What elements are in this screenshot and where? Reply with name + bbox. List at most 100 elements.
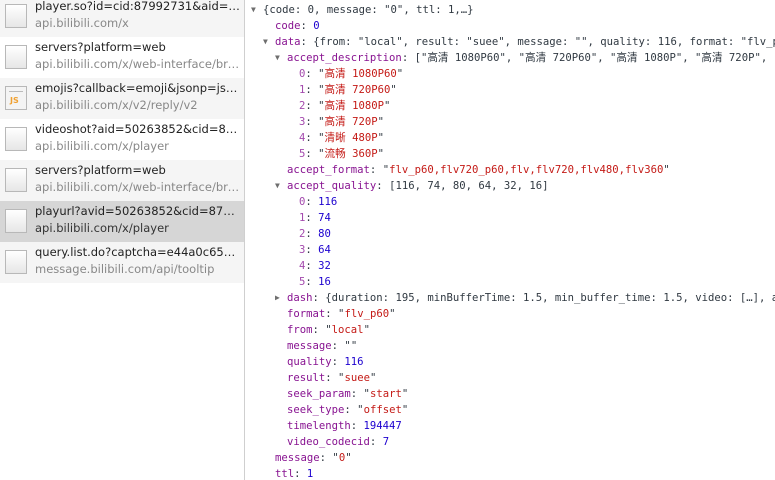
request-name: servers?platform=web: [35, 40, 166, 54]
colon: :: [305, 68, 319, 80]
json-line: 0: "高清 1080P60": [299, 66, 403, 82]
expand-triangle-right-icon[interactable]: ▶: [275, 290, 285, 306]
json-key: timelength: [287, 420, 351, 432]
json-line: 4: 32: [299, 258, 331, 274]
blank-file-icon: [5, 45, 27, 69]
json-string-value: 高清 720P: [324, 116, 378, 128]
colon: :: [312, 324, 326, 336]
colon: :: [300, 20, 314, 32]
request-host: api.bilibili.com/x/web-interface/broadca…: [35, 57, 241, 71]
colon: :: [305, 260, 319, 272]
request-name: playurl?avid=50263852&cid=87992731: [35, 204, 241, 218]
request-row[interactable]: videoshot?aid=50263852&cid=87992731 api.b…: [0, 119, 244, 160]
json-key: result: [287, 372, 326, 384]
request-row[interactable]: servers?platform=web api.bilibili.com/x/w…: [0, 160, 244, 201]
json-line[interactable]: ▼ {code: 0, message: "0", ttl: 1,…}: [251, 2, 474, 18]
request-list: player.so?id=cid:87992731&aid=50263852 ap…: [0, 0, 245, 480]
request-name: emojis?callback=emoji&jsonp=jsonp: [35, 81, 241, 95]
quote: ": [390, 84, 397, 96]
json-line[interactable]: ▼ accept_description: ["高清 1080P60", "高清 …: [275, 50, 775, 66]
json-key: video_codecid: [287, 436, 370, 448]
json-string-value: 高清 1080P: [324, 100, 385, 112]
json-line: format: "flv_p60": [287, 306, 395, 322]
json-line[interactable]: ▼ data: {from: "local", result: "suee", m…: [263, 34, 775, 50]
json-number-value: 0: [313, 20, 320, 32]
request-host: api.bilibili.com/x/player: [35, 139, 169, 153]
json-number-value: 7: [382, 436, 390, 448]
expand-triangle-down-icon[interactable]: ▼: [263, 34, 273, 50]
colon: :: [305, 148, 319, 160]
colon: :: [305, 100, 319, 112]
json-line: quality: 116: [287, 354, 364, 370]
json-key: accept_format: [287, 164, 370, 176]
request-name: videoshot?aid=50263852&cid=87992731: [35, 122, 241, 136]
request-name: query.list.do?captcha=e44a0c65d5eb: [35, 245, 241, 259]
colon: :: [305, 196, 319, 208]
json-key: accept_description: [287, 52, 402, 64]
request-host: api.bilibili.com/x/v2/reply/v2: [35, 98, 198, 112]
json-string-value: start: [369, 388, 402, 400]
quote: ": [377, 132, 385, 144]
json-string-value: suee: [344, 372, 370, 384]
json-string-value: flv_p60: [344, 308, 390, 320]
json-line: 1: 74: [299, 210, 331, 226]
quote: ": [363, 324, 370, 336]
json-line: 5: 16: [299, 274, 331, 290]
request-row[interactable]: JS emojis?callback=emoji&jsonp=jsonp api.b…: [0, 78, 244, 119]
json-line: code: 0: [275, 18, 320, 34]
json-preview: ["高清 1080P60", "高清 720P60", "高清 1080P", …: [414, 52, 775, 64]
request-row[interactable]: query.list.do?captcha=e44a0c65d5eb messag…: [0, 242, 244, 283]
json-key: format: [287, 308, 326, 320]
quote: ": [663, 164, 670, 176]
json-line: seek_param: "start": [287, 386, 408, 402]
json-string-value: 清晰 480P: [324, 132, 378, 144]
json-string-value: 流畅 360P: [324, 148, 378, 160]
colon: :: [369, 164, 383, 176]
json-preview: {code: 0, message: "0", ttl: 1,…}: [263, 4, 474, 16]
json-number-value: 16: [318, 276, 331, 288]
json-key: from: [287, 324, 313, 336]
colon: :: [350, 420, 364, 432]
expand-triangle-down-icon[interactable]: ▼: [275, 178, 285, 194]
json-line: 0: 116: [299, 194, 337, 210]
request-row[interactable]: player.so?id=cid:87992731&aid=50263852 ap…: [0, 0, 244, 37]
expand-triangle-down-icon[interactable]: ▼: [251, 2, 261, 18]
json-key: dash: [287, 292, 313, 304]
colon: :: [305, 244, 319, 256]
json-line: seek_type: "offset": [287, 402, 408, 418]
colon: :: [350, 388, 364, 400]
json-string-value: 高清 720P60: [324, 84, 391, 96]
blank-file-icon: [5, 4, 27, 28]
quote: ": [369, 372, 377, 384]
colon: :: [331, 356, 345, 368]
json-line[interactable]: ▶ dash: {duration: 195, minBufferTime: 1.…: [275, 290, 775, 306]
json-line[interactable]: ▼ accept_quality: [116, 74, 80, 64, 32, 1…: [275, 178, 549, 194]
json-number-value: 64: [318, 244, 331, 256]
json-line: 1: "高清 720P60": [299, 82, 397, 98]
json-line: 4: "清晰 480P": [299, 130, 384, 146]
json-key: quality: [287, 356, 332, 368]
request-host: api.bilibili.com/x: [35, 16, 129, 30]
colon: :: [325, 372, 339, 384]
json-preview: {from: "local", result: "suee", message:…: [313, 36, 775, 48]
expand-triangle-down-icon[interactable]: ▼: [275, 50, 285, 66]
colon: :: [376, 180, 390, 192]
request-host: api.bilibili.com/x/player: [35, 221, 169, 235]
json-number-value: 116: [344, 356, 364, 368]
response-preview: ▼ {code: 0, message: "0", ttl: 1,…} code: …: [245, 0, 775, 480]
request-row[interactable]: servers?platform=web api.bilibili.com/x/w…: [0, 37, 244, 78]
colon: :: [344, 404, 358, 416]
request-row[interactable]: playurl?avid=50263852&cid=87992731 api.bi…: [0, 201, 244, 242]
colon: :: [305, 84, 319, 96]
json-line: 3: "高清 720P": [299, 114, 384, 130]
json-key: seek_param: [287, 388, 351, 400]
json-line: from: "local": [287, 322, 370, 338]
json-line: message: "0": [275, 450, 352, 466]
quote: ": [384, 100, 391, 112]
request-host: api.bilibili.com/x/web-interface/broadca…: [35, 180, 241, 194]
request-host: message.bilibili.com/api/tooltip: [35, 262, 215, 276]
colon: :: [300, 36, 314, 48]
json-key: code: [275, 20, 301, 32]
colon: :: [325, 308, 339, 320]
blank-file-icon: [5, 127, 27, 151]
